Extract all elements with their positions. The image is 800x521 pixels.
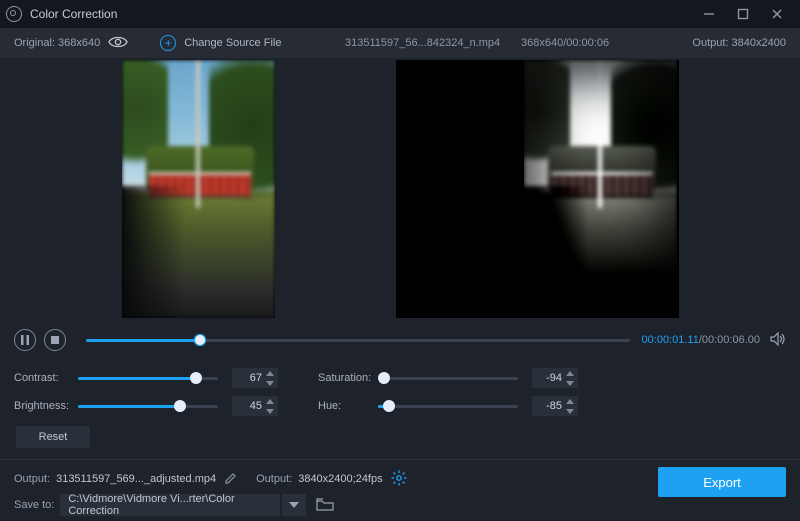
output-settings-button[interactable] [391,470,407,489]
output-filename-label: Output: [14,473,50,485]
saturation-step-up[interactable] [564,369,576,377]
hue-step-down[interactable] [564,407,576,415]
export-label: Export [703,475,741,490]
brightness-step-down[interactable] [264,407,276,415]
preview-area [0,58,800,320]
stop-button[interactable] [44,329,66,351]
save-path-dropdown[interactable] [282,494,306,516]
contrast-step-up[interactable] [264,369,276,377]
output-format-label: Output: [256,473,292,485]
plus-icon: + [160,35,176,51]
change-source-label: Change Source File [184,37,281,49]
edit-filename-button[interactable] [224,471,238,488]
total-time: /00:00:06.00 [699,334,760,346]
source-filename: 313511597_56...842324_n.mp4 [345,37,500,49]
saturation-value: -94 [546,372,562,384]
bottom-panel: Output: 313511597_569..._adjusted.mp4 Ou… [0,459,800,521]
adjusted-preview [396,60,679,318]
save-path-input[interactable]: C:\Vidmore\Vidmore Vi...rter\Color Corre… [60,494,280,516]
export-button[interactable]: Export [658,467,786,497]
brightness-value: 45 [250,400,262,412]
contrast-step-down[interactable] [264,379,276,387]
app-logo-icon [6,6,22,22]
saturation-slider[interactable] [378,368,518,388]
open-folder-button[interactable] [314,494,336,516]
original-dimensions-label: Original: 368x640 [14,37,100,49]
saturation-step-down[interactable] [564,379,576,387]
contrast-label: Contrast: [14,372,78,384]
pause-button[interactable] [14,329,36,351]
transport-bar: 00:00:01.11/00:00:06.00 [0,320,800,360]
hue-step-up[interactable] [564,397,576,405]
brightness-label: Brightness: [14,400,78,412]
topbar: Original: 368x640 + Change Source File 3… [0,28,800,58]
reset-label: Reset [39,431,68,443]
output-format: 3840x2400;24fps [298,473,382,485]
hue-label: Hue: [318,400,378,412]
save-to-label: Save to: [14,499,54,511]
hue-value: -85 [546,400,562,412]
contrast-value: 67 [250,372,262,384]
brightness-slider[interactable] [78,396,218,416]
hue-slider[interactable] [378,396,518,416]
window-title: Color Correction [30,7,117,21]
preview-toggle-icon[interactable] [108,35,128,52]
hue-value-input[interactable]: -85 [532,396,578,416]
saturation-label: Saturation: [318,372,378,384]
current-time: 00:00:01.11 [642,334,699,346]
color-sliders-panel: Contrast: 67 Saturation: -94 Brightness: [0,360,800,448]
saturation-value-input[interactable]: -94 [532,368,578,388]
timeline-slider[interactable] [86,329,630,351]
source-dimensions-duration: 368x640/00:00:06 [521,37,609,49]
titlebar: Color Correction [0,0,800,28]
brightness-step-up[interactable] [264,397,276,405]
output-dimensions-label: Output: 3840x2400 [692,37,786,49]
minimize-button[interactable] [692,0,726,28]
original-preview [122,60,275,318]
output-filename: 313511597_569..._adjusted.mp4 [56,473,216,485]
save-path-value: C:\Vidmore\Vidmore Vi...rter\Color Corre… [68,493,272,517]
close-button[interactable] [760,0,794,28]
volume-button[interactable] [770,332,786,349]
reset-button[interactable]: Reset [16,426,90,448]
contrast-slider[interactable] [78,368,218,388]
contrast-value-input[interactable]: 67 [232,368,278,388]
maximize-button[interactable] [726,0,760,28]
brightness-value-input[interactable]: 45 [232,396,278,416]
change-source-button[interactable]: + Change Source File [160,35,281,51]
